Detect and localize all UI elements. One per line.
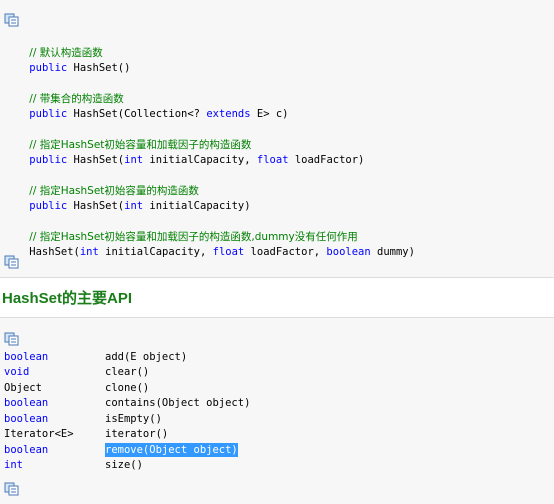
method-signature: size() (105, 459, 143, 471)
return-type: boolean (4, 413, 49, 425)
return-type: void (4, 366, 30, 378)
api-code-block: boolean add(E object) void clear() Objec… (0, 318, 554, 504)
copy-code-icon[interactable] (4, 331, 20, 346)
keyword-public: public (29, 62, 68, 74)
return-type: boolean (4, 397, 49, 409)
copy-code-icon[interactable] (4, 12, 20, 27)
method-signature: add(E object) (105, 351, 188, 363)
return-type: Iterator<E> (4, 428, 74, 440)
return-type: int (4, 459, 23, 471)
method-signature: clear() (105, 366, 150, 378)
keyword-public: public (29, 108, 68, 120)
copy-code-icon[interactable] (4, 481, 20, 496)
copy-code-icon[interactable] (4, 254, 20, 269)
section-heading: HashSet的主要API (2, 290, 133, 307)
constructor-code-block: // 默认构造函数 public HashSet() // 带集合的构造函数 p… (0, 0, 554, 277)
return-type: Object (4, 382, 42, 394)
method-signature: iterator() (105, 428, 169, 440)
return-type: boolean (4, 444, 49, 456)
method-signature: isEmpty() (105, 413, 162, 425)
return-type: boolean (4, 351, 49, 363)
method-signature: clone() (105, 382, 150, 394)
selected-method-signature[interactable]: remove(Object object) (105, 443, 238, 457)
method-signature: contains(Object object) (105, 397, 251, 409)
code-declaration: HashSet(int initialCapacity, float loadF… (29, 246, 415, 258)
divider (0, 277, 554, 278)
